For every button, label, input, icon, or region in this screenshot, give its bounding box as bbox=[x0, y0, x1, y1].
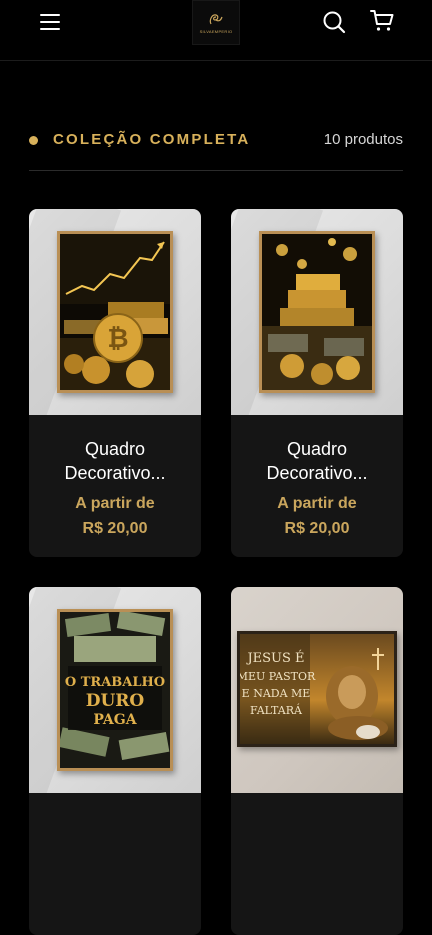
price-label: A partir de bbox=[277, 495, 357, 512]
section-title: COLEÇÃO COMPLETA bbox=[53, 131, 251, 148]
cart-icon[interactable] bbox=[370, 9, 394, 33]
artwork-text-line: MEU PASTOR bbox=[240, 670, 316, 683]
framed-artwork-bitcoin: ₿ bbox=[57, 231, 173, 393]
product-image[interactable]: JESUS É MEU PASTOR E NADA ME FALTARÁ bbox=[231, 587, 403, 793]
product-card[interactable]: O TRABALHO DURO PAGA bbox=[29, 587, 201, 935]
logo-text: SILVAEMPERIO bbox=[199, 28, 233, 34]
product-image[interactable]: ₿ bbox=[29, 209, 201, 415]
product-price: R$ 20,00 bbox=[82, 520, 148, 537]
product-count: 10 produtos bbox=[323, 131, 403, 148]
product-name[interactable]: Quadro Decorativo... bbox=[29, 437, 201, 485]
price-label: A partir de bbox=[75, 495, 155, 512]
store-logo[interactable]: SILVAEMPERIO bbox=[192, 0, 240, 45]
artwork-text-line: FALTARÁ bbox=[250, 703, 303, 717]
hamburger-menu-icon[interactable] bbox=[40, 12, 62, 32]
artwork-text-line: JESUS É bbox=[245, 650, 304, 666]
product-name[interactable]: Quadro Decorativo... bbox=[231, 437, 403, 485]
framed-artwork-trabalho-duro: O TRABALHO DURO PAGA bbox=[57, 609, 173, 771]
logo-mark-icon bbox=[209, 13, 223, 24]
artwork-text-line: O TRABALHO bbox=[65, 675, 165, 690]
product-image[interactable] bbox=[231, 209, 403, 415]
product-card[interactable]: Quadro Decorativo... A partir de R$ 20,0… bbox=[231, 209, 403, 557]
collection-header: COLEÇÃO COMPLETA 10 produtos bbox=[29, 129, 403, 151]
framed-artwork-gold-bars bbox=[259, 231, 375, 393]
product-price: R$ 20,00 bbox=[284, 520, 350, 537]
product-card[interactable]: ₿ Quadro Decorativo... A partir de R$ 20… bbox=[29, 209, 201, 557]
product-info: Quadro Decorativo... A partir de R$ 20,0… bbox=[231, 415, 403, 557]
product-card[interactable]: JESUS É MEU PASTOR E NADA ME FALTARÁ bbox=[231, 587, 403, 935]
search-icon[interactable] bbox=[322, 10, 346, 34]
artwork-text-line: DURO bbox=[86, 691, 145, 711]
product-image[interactable]: O TRABALHO DURO PAGA bbox=[29, 587, 201, 793]
artwork-text-line: PAGA bbox=[93, 712, 137, 728]
accent-dot bbox=[29, 136, 38, 145]
framed-artwork-jesus-lion: JESUS É MEU PASTOR E NADA ME FALTARÁ bbox=[237, 631, 397, 747]
top-header: SILVAEMPERIO bbox=[0, 0, 432, 61]
artwork-text-line: E NADA ME bbox=[242, 687, 311, 700]
product-info: Quadro Decorativo... A partir de R$ 20,0… bbox=[29, 415, 201, 557]
divider bbox=[29, 170, 403, 171]
svg-text:₿: ₿ bbox=[107, 324, 128, 354]
